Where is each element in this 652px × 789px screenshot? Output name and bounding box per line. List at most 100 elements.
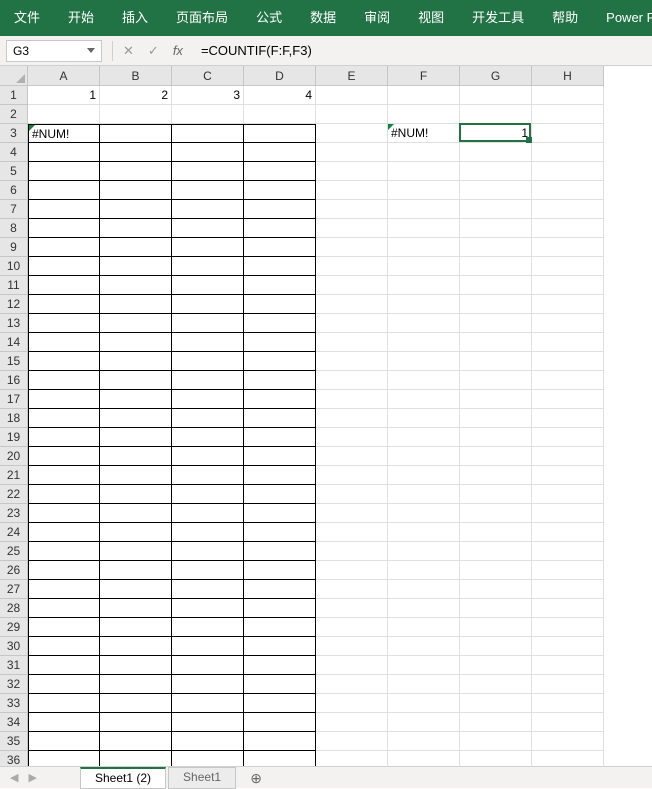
cell[interactable] — [316, 276, 388, 295]
cell[interactable] — [316, 447, 388, 466]
column-header[interactable]: B — [100, 66, 172, 86]
cell[interactable] — [532, 599, 604, 618]
row-header[interactable]: 18 — [0, 409, 28, 428]
column-header[interactable]: D — [244, 66, 316, 86]
row-header[interactable]: 32 — [0, 675, 28, 694]
cell-grid[interactable]: 1234#NUM!#NUM!1 — [28, 86, 604, 766]
cell[interactable] — [532, 732, 604, 751]
cell[interactable] — [244, 276, 316, 295]
cell[interactable] — [460, 371, 532, 390]
cell[interactable] — [244, 124, 316, 143]
cell[interactable] — [316, 656, 388, 675]
cell[interactable] — [316, 694, 388, 713]
cell[interactable] — [316, 580, 388, 599]
cell[interactable] — [532, 409, 604, 428]
column-header[interactable]: H — [532, 66, 604, 86]
column-header[interactable]: F — [388, 66, 460, 86]
cell[interactable] — [388, 504, 460, 523]
cell[interactable] — [388, 238, 460, 257]
cell[interactable] — [172, 523, 244, 542]
cell[interactable] — [388, 162, 460, 181]
row-header[interactable]: 9 — [0, 238, 28, 257]
cell[interactable] — [532, 333, 604, 352]
cell[interactable] — [460, 219, 532, 238]
row-header[interactable]: 34 — [0, 713, 28, 732]
cell[interactable] — [460, 314, 532, 333]
cell[interactable] — [28, 656, 100, 675]
cell[interactable] — [316, 485, 388, 504]
cell[interactable] — [316, 162, 388, 181]
row-header[interactable]: 27 — [0, 580, 28, 599]
cell[interactable] — [100, 637, 172, 656]
row-header[interactable]: 22 — [0, 485, 28, 504]
row-header[interactable]: 23 — [0, 504, 28, 523]
cell[interactable] — [244, 637, 316, 656]
cell[interactable] — [316, 504, 388, 523]
cell[interactable] — [244, 504, 316, 523]
cell[interactable] — [388, 257, 460, 276]
cell[interactable] — [316, 542, 388, 561]
tab-next-icon[interactable]: ▶ — [28, 771, 36, 784]
cell[interactable] — [172, 542, 244, 561]
cell[interactable] — [460, 561, 532, 580]
column-header[interactable]: E — [316, 66, 388, 86]
cell[interactable] — [100, 542, 172, 561]
cell[interactable] — [532, 219, 604, 238]
cell[interactable] — [244, 599, 316, 618]
row-header[interactable]: 21 — [0, 466, 28, 485]
cell[interactable] — [100, 523, 172, 542]
cell[interactable] — [388, 352, 460, 371]
row-header[interactable]: 10 — [0, 257, 28, 276]
cell[interactable] — [28, 447, 100, 466]
cell[interactable] — [244, 713, 316, 732]
row-header[interactable]: 31 — [0, 656, 28, 675]
cell[interactable] — [388, 143, 460, 162]
cell[interactable] — [244, 200, 316, 219]
cell[interactable] — [388, 371, 460, 390]
cell[interactable] — [172, 504, 244, 523]
add-sheet-icon[interactable]: ⊕ — [246, 768, 266, 788]
row-header[interactable]: 7 — [0, 200, 28, 219]
cell[interactable] — [532, 295, 604, 314]
cell[interactable] — [244, 143, 316, 162]
cell[interactable] — [388, 732, 460, 751]
row-header[interactable]: 5 — [0, 162, 28, 181]
cell[interactable] — [100, 751, 172, 766]
cell[interactable] — [460, 542, 532, 561]
cell[interactable] — [460, 181, 532, 200]
cell[interactable] — [28, 390, 100, 409]
cell[interactable] — [100, 504, 172, 523]
ribbon-tab[interactable]: 文件 — [0, 0, 54, 36]
cell[interactable] — [172, 219, 244, 238]
cell[interactable]: 3 — [172, 86, 244, 105]
tab-nav-arrows[interactable]: ◀ ▶ — [10, 771, 37, 784]
name-box[interactable]: G3 — [6, 40, 102, 62]
cell[interactable] — [28, 637, 100, 656]
cell[interactable] — [244, 466, 316, 485]
cell[interactable] — [172, 675, 244, 694]
cell[interactable] — [100, 333, 172, 352]
cell[interactable] — [532, 466, 604, 485]
cell[interactable] — [460, 352, 532, 371]
cell[interactable] — [532, 105, 604, 124]
cell[interactable] — [172, 561, 244, 580]
chevron-down-icon[interactable] — [87, 48, 95, 53]
cell[interactable] — [172, 637, 244, 656]
cell[interactable] — [28, 561, 100, 580]
cell[interactable] — [460, 466, 532, 485]
cell[interactable] — [244, 238, 316, 257]
cell[interactable] — [100, 599, 172, 618]
cell[interactable] — [28, 219, 100, 238]
cell[interactable] — [388, 314, 460, 333]
cell[interactable] — [460, 713, 532, 732]
cell[interactable] — [172, 162, 244, 181]
cell[interactable] — [316, 257, 388, 276]
cell[interactable] — [172, 751, 244, 766]
cell[interactable] — [172, 105, 244, 124]
cell[interactable] — [244, 618, 316, 637]
cell[interactable] — [244, 181, 316, 200]
cell[interactable] — [532, 447, 604, 466]
cell[interactable] — [100, 485, 172, 504]
cell[interactable] — [388, 694, 460, 713]
cell[interactable] — [244, 162, 316, 181]
